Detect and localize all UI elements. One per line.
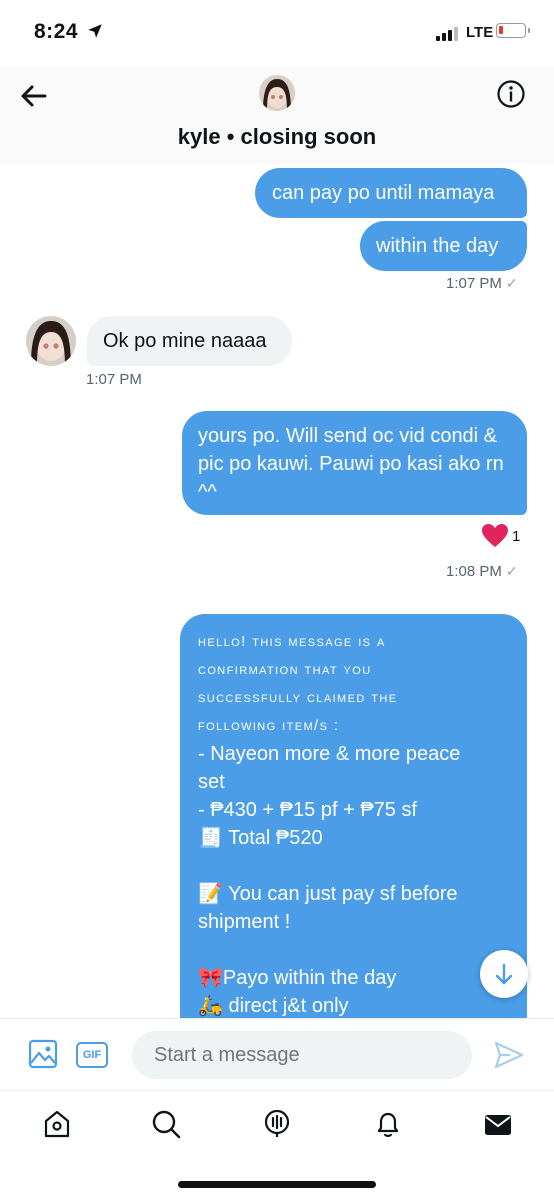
read-check-icon: ✓ [505,275,518,291]
message-text-line: set [198,771,225,793]
message-composer: GIF [0,1018,554,1091]
home-indicator [178,1181,376,1188]
messages-icon[interactable] [483,1109,513,1139]
conversation-title[interactable]: kyle • closing soon [0,124,554,150]
message-input[interactable] [132,1031,472,1079]
reaction-count: 1 [512,528,521,545]
message-text-line: successfully claimed the [198,689,398,706]
message-text: yours po. Will send oc vid condi & pic p… [198,425,504,503]
message-text: within the day [376,235,499,257]
message-text: can pay po until mamaya [272,182,495,204]
message-text: Ok po mine naaaa [103,330,267,352]
scroll-to-bottom-button[interactable] [480,950,528,998]
message-bubble-sent[interactable]: Hello! this message is a confirmation th… [180,614,527,1024]
message-text-line: 🧾 Total ₱520 [198,827,323,849]
heart-reaction-icon[interactable] [481,523,509,554]
send-icon[interactable] [494,1041,524,1069]
status-time: 8:24 [34,20,79,43]
message-bubble-sent[interactable]: can pay po until mamaya [255,168,527,218]
image-icon[interactable] [28,1039,58,1069]
arrow-down-icon [495,963,513,985]
signal-icon [436,27,462,41]
network-label: LTE [466,24,494,41]
back-arrow-icon[interactable] [18,80,50,112]
status-bar: 8:24 LTE [0,0,554,66]
message-text-line: shipment ! [198,911,291,933]
message-text-line: 📝 You can just pay sf before [198,883,458,905]
location-arrow-icon [88,24,102,38]
battery-icon [496,23,530,38]
sender-avatar[interactable] [26,316,76,366]
message-timestamp: 1:07 PM [86,371,142,388]
message-bubble-received[interactable]: Ok po mine naaaa [87,316,292,366]
search-icon[interactable] [151,1109,181,1139]
spaces-icon[interactable] [262,1109,292,1139]
header-avatar[interactable] [259,75,295,111]
read-check-icon: ✓ [505,563,518,579]
message-text-line: confirmation that you [198,661,372,678]
message-timestamp: 1:08 PM ✓ [446,563,518,580]
message-text-line: Hello! this message is a [198,633,386,650]
message-text-line: following item/s : [198,717,340,734]
notifications-icon[interactable] [373,1109,403,1139]
home-icon[interactable] [42,1109,72,1139]
message-timestamp: 1:07 PM ✓ [446,275,518,292]
gif-icon[interactable]: GIF [76,1042,108,1068]
message-bubble-sent[interactable]: within the day [360,221,527,271]
message-text-line: 🎀Payo within the day [198,967,397,989]
message-bubble-sent[interactable]: yours po. Will send oc vid condi & pic p… [182,411,527,515]
conversation-header: kyle • closing soon [0,66,554,164]
message-text-line: - Nayeon more & more peace [198,743,461,765]
message-text-line: 🛵 direct j&t only [198,995,349,1017]
message-text-line: - ₱430 + ₱15 pf + ₱75 sf [198,799,418,821]
info-icon[interactable] [496,79,526,109]
